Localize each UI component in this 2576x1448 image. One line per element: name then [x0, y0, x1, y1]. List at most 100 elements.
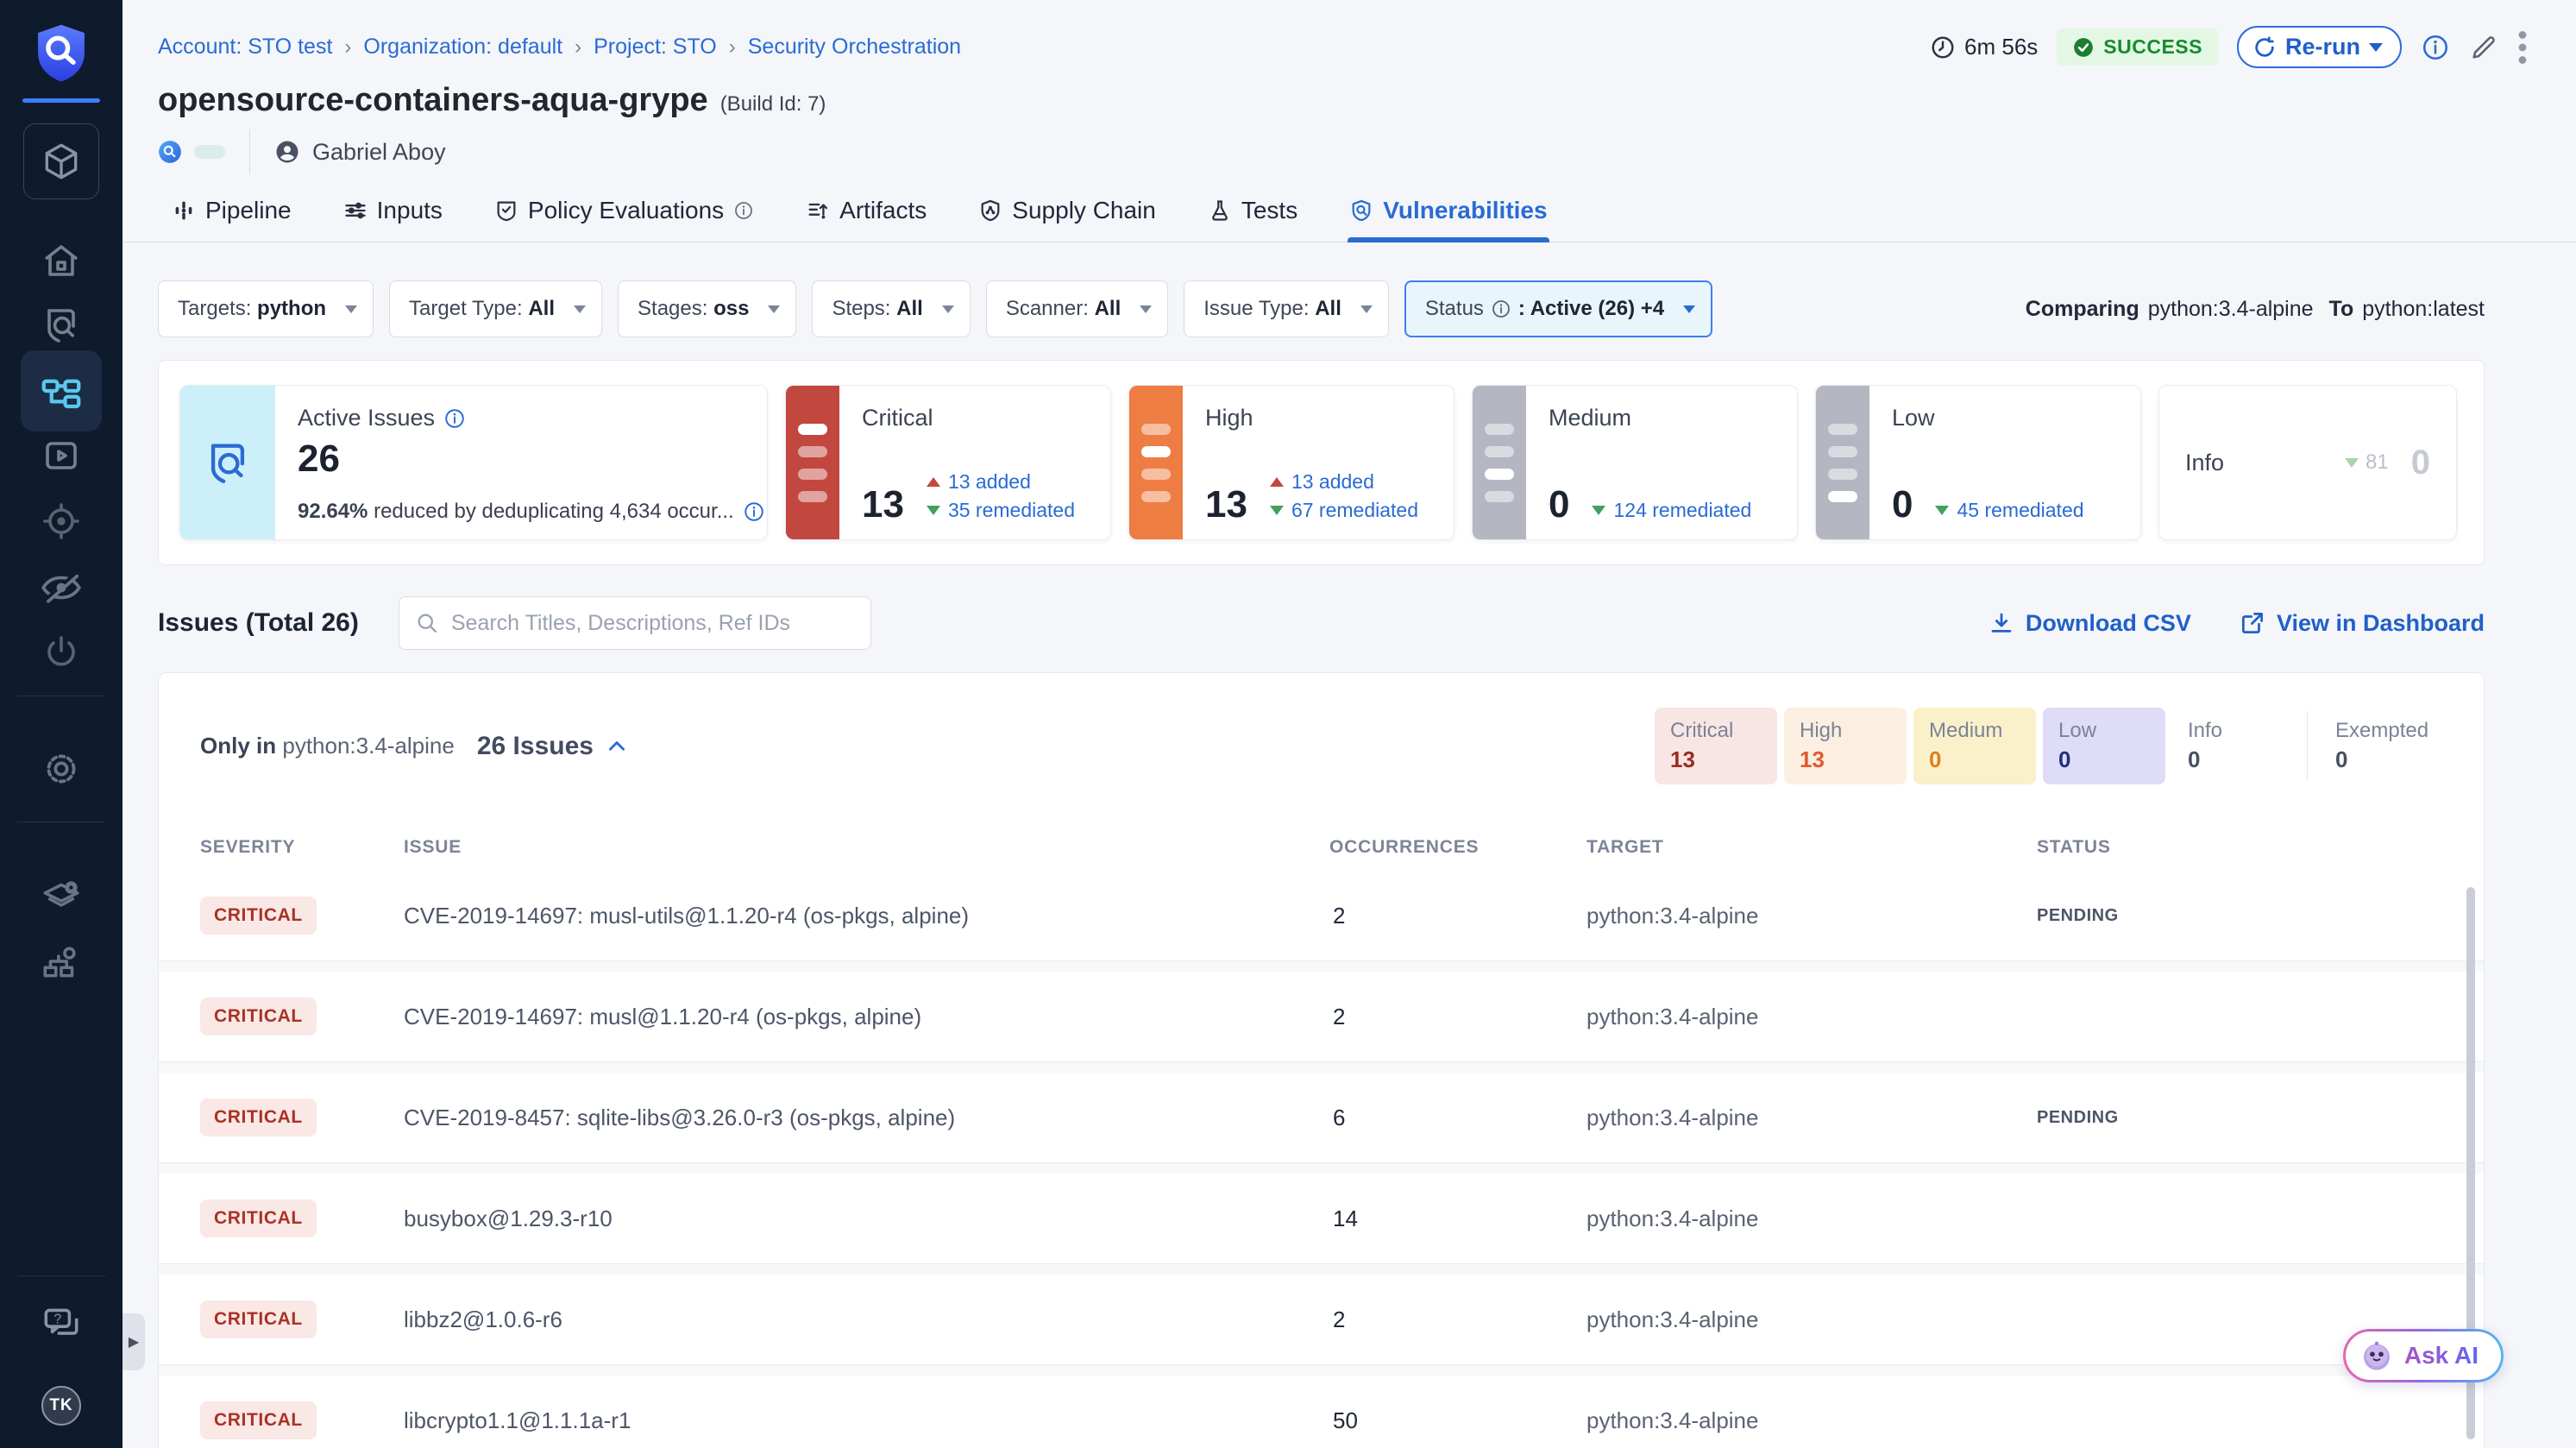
tab-tests[interactable]: Tests — [1206, 188, 1299, 242]
issue-row[interactable]: CRITICAL CVE-2019-14697: musl-utils@1.1.… — [159, 871, 2484, 960]
chip-low[interactable]: Low0 — [2043, 708, 2165, 784]
info-icon[interactable] — [743, 501, 765, 523]
chevron-up-icon — [606, 735, 628, 758]
rerun-button[interactable]: Re-run — [2237, 26, 2402, 68]
info-icon[interactable] — [733, 200, 754, 221]
shield-search-icon — [41, 304, 82, 345]
chip-exempted[interactable]: Exempted0 — [2320, 708, 2442, 784]
sidebar-item-module-selector[interactable] — [0, 123, 123, 199]
sidebar-item-scans[interactable] — [0, 304, 123, 345]
breadcrumb-project[interactable]: Project: STO — [594, 35, 717, 60]
chip-critical[interactable]: Critical13 — [1655, 708, 1777, 784]
critical-strip — [786, 386, 839, 539]
power-icon — [41, 632, 82, 673]
issue-row[interactable]: CRITICAL libbz2@1.0.6-r6 2 python:3.4-al… — [159, 1275, 2484, 1364]
sidebar-item-targets[interactable] — [0, 501, 123, 542]
chip-info[interactable]: Info0 — [2172, 708, 2295, 784]
high-card[interactable]: High 13 13 added 67 remediated — [1128, 385, 1454, 540]
search-input[interactable] — [451, 611, 855, 636]
info-card[interactable]: Info 81 0 — [2158, 385, 2457, 540]
issue-title[interactable]: CVE-2019-14697: musl-utils@1.1.20-r4 (os… — [404, 903, 1316, 929]
severity-badge: CRITICAL — [200, 1099, 317, 1136]
issue-row[interactable]: CRITICAL busybox@1.29.3-r10 14 python:3.… — [159, 1174, 2484, 1263]
tab-artifacts[interactable]: Artifacts — [804, 188, 928, 242]
breadcrumb-module[interactable]: Security Orchestration — [748, 35, 961, 60]
sidebar-item-profile[interactable]: TK — [0, 1386, 123, 1426]
high-count: 13 — [1205, 486, 1247, 524]
breadcrumb-account[interactable]: Account: STO test — [158, 35, 332, 60]
low-count: 0 — [1892, 486, 1913, 524]
issue-title[interactable]: CVE-2019-14697: musl@1.1.20-r4 (os-pkgs,… — [404, 1004, 1316, 1030]
remediated-down-icon — [1935, 506, 1949, 515]
row-divider — [159, 1061, 2484, 1073]
sidebar-item-settings[interactable] — [0, 747, 123, 790]
pipeline-tab-icon — [172, 198, 196, 223]
tab-inputs[interactable]: Inputs — [342, 188, 444, 242]
group-collapse[interactable]: 26 Issues — [477, 732, 628, 761]
sto-logo[interactable] — [0, 22, 123, 83]
occurrences: 2 — [1316, 1004, 1586, 1030]
remediated-down-icon — [2345, 458, 2359, 468]
issue-title[interactable]: busybox@1.29.3-r10 — [404, 1206, 1316, 1232]
sidebar-item-executions[interactable] — [0, 435, 123, 476]
critical-card[interactable]: Critical 13 13 added 35 remediated — [785, 385, 1111, 540]
tab-supply-chain[interactable]: Supply Chain — [977, 188, 1158, 242]
sidebar-item-exemptions[interactable] — [0, 566, 123, 609]
issue-row[interactable]: CRITICAL libcrypto1.1@1.1.1a-r1 50 pytho… — [159, 1376, 2484, 1448]
group-target: python:3.4-alpine — [282, 733, 454, 759]
divider — [2307, 711, 2308, 781]
filter-issue-type[interactable]: Issue Type: All — [1184, 280, 1389, 337]
tab-pipeline[interactable]: Pipeline — [170, 188, 293, 242]
row-divider — [159, 960, 2484, 972]
issue-title[interactable]: libbz2@1.0.6-r6 — [404, 1306, 1316, 1333]
sidebar-item-module-layers[interactable] — [0, 875, 123, 918]
filter-targets[interactable]: Targets: python — [158, 280, 374, 337]
chevron-down-icon — [768, 305, 780, 313]
issue-row[interactable]: CRITICAL CVE-2019-8457: sqlite-libs@3.26… — [159, 1073, 2484, 1162]
tab-policy-evaluations[interactable]: Policy Evaluations — [493, 188, 756, 242]
low-card[interactable]: Low 0 45 remediated — [1815, 385, 2141, 540]
sidebar-item-help[interactable]: ? — [0, 1301, 123, 1344]
info-icon[interactable] — [443, 407, 466, 430]
chip-medium[interactable]: Medium0 — [1913, 708, 2036, 784]
home-icon — [41, 240, 82, 281]
ask-ai-button[interactable]: Ask AI — [2343, 1329, 2504, 1382]
occurrences: 50 — [1316, 1407, 1586, 1434]
issue-row[interactable]: CRITICAL CVE-2019-14697: musl@1.1.20-r4 … — [159, 972, 2484, 1061]
added-up-icon — [1270, 477, 1284, 487]
pipeline-icon — [38, 368, 85, 414]
issue-title[interactable]: libcrypto1.1@1.1.1a-r1 — [404, 1407, 1316, 1434]
tab-vulnerabilities[interactable]: Vulnerabilities — [1348, 188, 1549, 242]
sto-mini-logo-icon — [158, 140, 182, 164]
filter-stages[interactable]: Stages: oss — [618, 280, 796, 337]
filter-scanner[interactable]: Scanner: All — [986, 280, 1168, 337]
sidebar-item-getting-started[interactable] — [0, 632, 123, 673]
chip-high[interactable]: High13 — [1784, 708, 1907, 784]
module-toggle-pill — [194, 145, 225, 159]
issue-title[interactable]: CVE-2019-8457: sqlite-libs@3.26.0-r3 (os… — [404, 1105, 1316, 1131]
status-badge: SUCCESS — [2057, 28, 2218, 66]
comparing-label: Comparing python:3.4-alpine To python:la… — [2026, 297, 2485, 322]
active-issues-card[interactable]: Active Issues 26 92.64% reduced by dedup… — [179, 385, 768, 540]
sidebar-item-pipelines[interactable] — [0, 350, 123, 431]
info-icon[interactable] — [2421, 33, 2450, 62]
occurrences: 14 — [1316, 1206, 1586, 1232]
download-csv-button[interactable]: Download CSV — [1989, 610, 2191, 637]
sidebar-item-home[interactable] — [0, 240, 123, 281]
chevron-down-icon[interactable] — [2369, 43, 2383, 52]
filter-steps[interactable]: Steps: All — [812, 280, 970, 337]
filter-status[interactable]: Status : Active (26) +4 — [1404, 280, 1712, 337]
edit-pencil-icon[interactable] — [2469, 33, 2498, 62]
shield-search-icon — [203, 438, 253, 488]
filter-target-type[interactable]: Target Type: All — [389, 280, 602, 337]
medium-card[interactable]: Medium 0 124 remediated — [1472, 385, 1798, 540]
kebab-menu-icon[interactable] — [2517, 30, 2528, 65]
run-meta: 6m 56s SUCCESS Re-run — [1930, 26, 2528, 68]
sidebar-item-module-hierarchy[interactable] — [0, 941, 123, 984]
breadcrumb-org[interactable]: Organization: default — [363, 35, 562, 60]
user-icon — [274, 139, 300, 165]
view-in-dashboard-button[interactable]: View in Dashboard — [2240, 610, 2485, 637]
sidebar-expand-handle[interactable]: ▶ — [123, 1313, 145, 1370]
sidebar-divider — [17, 1275, 105, 1276]
triggered-by[interactable]: Gabriel Aboy — [312, 139, 446, 166]
